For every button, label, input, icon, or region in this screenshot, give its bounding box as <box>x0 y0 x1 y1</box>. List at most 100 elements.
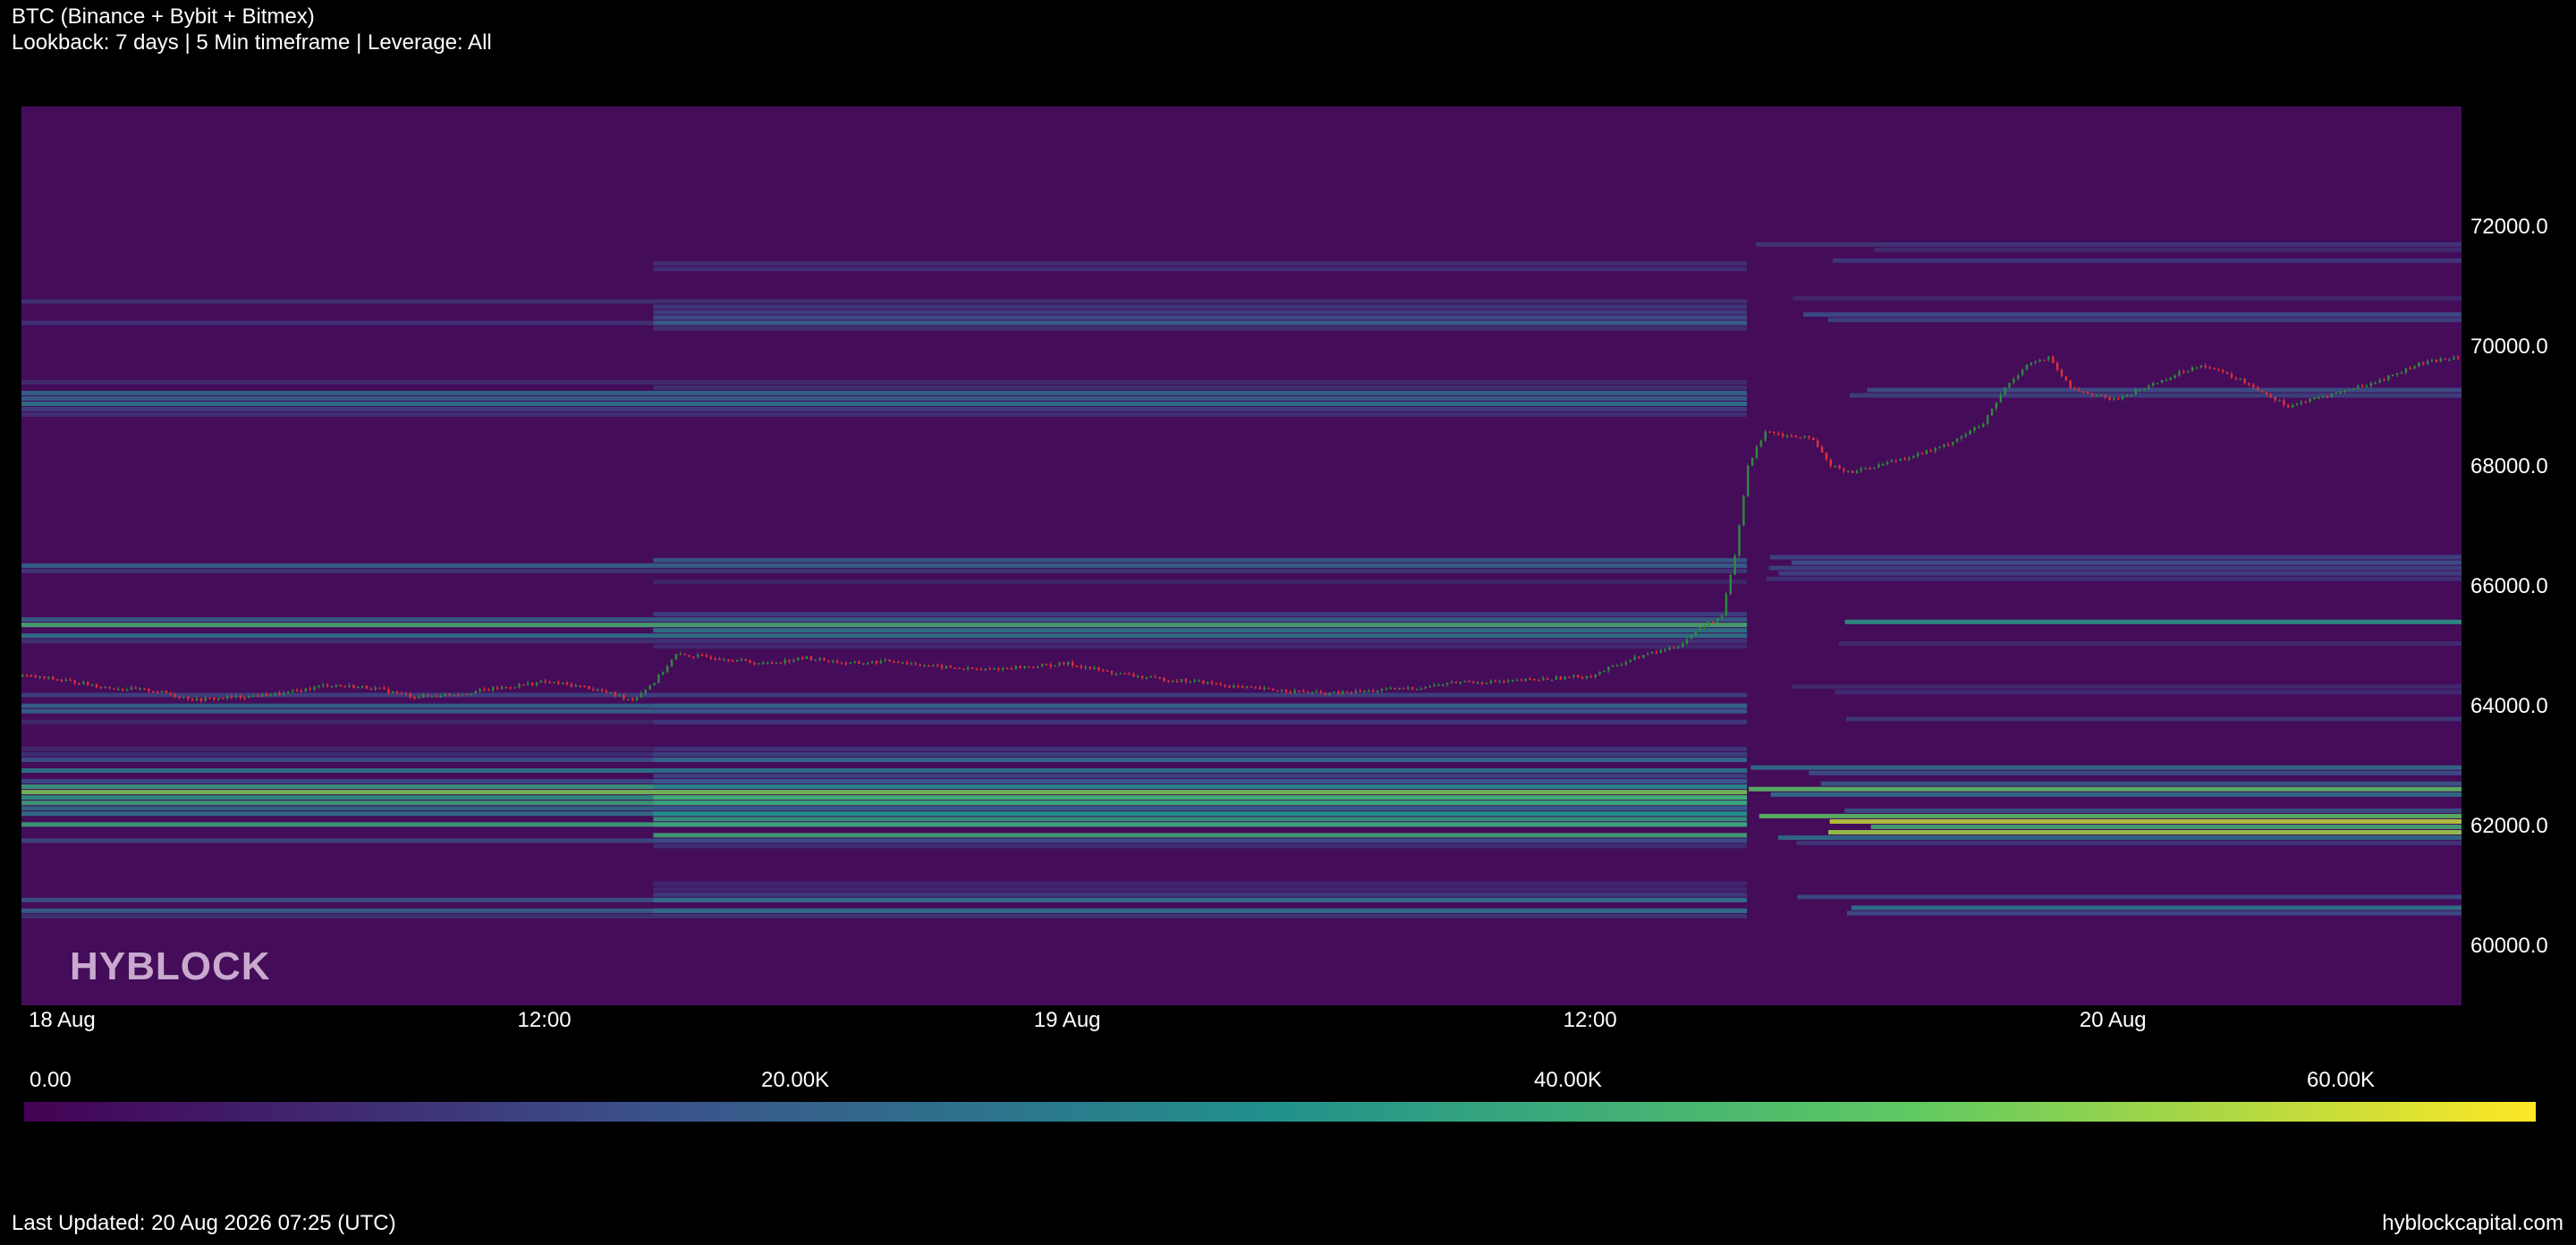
candle-down <box>2222 369 2224 372</box>
candle-up <box>2453 357 2455 360</box>
candle-up <box>849 662 852 665</box>
candle-up <box>735 660 739 662</box>
candle-up <box>1354 690 1358 693</box>
candle-down <box>605 690 608 693</box>
candle-up <box>330 686 334 688</box>
candle-down <box>465 693 469 696</box>
candle-up <box>1960 436 1963 439</box>
candle-up <box>2047 356 2050 360</box>
candle-up <box>1145 677 1148 679</box>
candle-down <box>1402 687 1405 690</box>
candle-up <box>2099 394 2103 396</box>
candle-down <box>835 660 839 664</box>
candle-down <box>1163 678 1165 682</box>
candle-up <box>1114 673 1118 675</box>
heatmap-band <box>653 774 1748 779</box>
candle-up <box>2278 400 2281 402</box>
heatmap-band <box>21 568 1748 573</box>
y-tick-label: 62000.0 <box>2470 814 2548 838</box>
candle-up <box>1040 664 1044 667</box>
candle-down <box>2069 380 2072 388</box>
candle-down <box>25 674 29 677</box>
candle-up <box>1149 676 1153 678</box>
heatmap-band <box>653 913 1748 919</box>
candle-up <box>627 699 630 700</box>
candle-up <box>1803 436 1806 438</box>
candle-up <box>635 697 639 701</box>
candle-down <box>400 692 403 695</box>
candle-up <box>527 682 530 685</box>
candle-down <box>300 690 303 692</box>
heatmap-band <box>653 612 1748 617</box>
candle-up <box>1585 675 1589 679</box>
colorbar-tick-label: 0.00 <box>30 1068 72 1092</box>
heatmap-band <box>1809 770 2462 775</box>
candle-up <box>2357 385 2360 389</box>
candle-up <box>1716 618 1719 622</box>
candle-down <box>1372 690 1375 692</box>
candle-down <box>278 692 281 696</box>
candle-down <box>1345 690 1349 693</box>
candle-up <box>2130 394 2133 396</box>
candle-up <box>1507 680 1510 682</box>
candle-down <box>2052 356 2055 363</box>
candle-up <box>225 696 229 699</box>
candle-down <box>827 660 830 662</box>
candle-up <box>1847 470 1850 472</box>
candle-down <box>1128 673 1131 675</box>
heatmap-band <box>1874 247 2462 252</box>
candle-up <box>1433 684 1436 687</box>
candle-up <box>1445 682 1449 685</box>
candle-up <box>1908 457 1911 460</box>
candle-down <box>1777 433 1780 435</box>
heatmap-band <box>1835 690 2462 695</box>
candle-up <box>2187 370 2190 373</box>
candle-up <box>1084 666 1088 669</box>
candle-down <box>1250 686 1253 688</box>
candle-up <box>2239 378 2241 380</box>
heatmap-band <box>653 843 1748 849</box>
heatmap-band <box>1796 841 2462 846</box>
candle-up <box>1067 662 1070 665</box>
x-tick-label: 20 Aug <box>2080 1008 2147 1032</box>
candle-up <box>1943 445 1945 447</box>
site-link[interactable]: hyblockcapital.com <box>2382 1211 2563 1236</box>
heatmap-band <box>1791 684 2462 690</box>
candle-down <box>1106 670 1109 673</box>
heatmap-band <box>21 617 1748 622</box>
candle-down <box>949 665 953 668</box>
candle-up <box>1917 453 1919 457</box>
candle-down <box>1272 688 1275 690</box>
candle-up <box>304 688 308 692</box>
candle-up <box>2199 365 2203 368</box>
heatmap-band <box>653 644 1748 649</box>
candle-down <box>113 688 115 690</box>
candle-down <box>779 662 783 665</box>
candle-down <box>95 684 98 688</box>
candle-up <box>274 692 276 696</box>
heatmap-band <box>653 320 1748 326</box>
candle-up <box>2369 383 2373 386</box>
candle-down <box>1947 445 1950 446</box>
candle-down <box>732 660 734 663</box>
candle-down <box>1237 685 1240 688</box>
candle-up <box>2378 379 2381 383</box>
candle-down <box>919 664 921 666</box>
candle-up <box>1912 456 1915 458</box>
candle-down <box>1102 670 1105 672</box>
candle-down <box>936 665 939 666</box>
candle-down <box>749 660 751 663</box>
candle-up <box>2021 369 2024 376</box>
candle-up <box>1512 680 1514 682</box>
candle-up <box>1310 691 1314 693</box>
y-tick-label: 72000.0 <box>2470 215 2548 239</box>
candle-down <box>727 659 730 661</box>
heatmap-band <box>653 304 1748 309</box>
candle-down <box>1140 675 1144 678</box>
candle-up <box>1333 691 1335 693</box>
candle-down <box>413 697 416 699</box>
candle-up <box>1973 427 1976 431</box>
candle-down <box>1852 470 1854 473</box>
candle-down <box>1289 691 1292 694</box>
candle-down <box>953 667 956 669</box>
